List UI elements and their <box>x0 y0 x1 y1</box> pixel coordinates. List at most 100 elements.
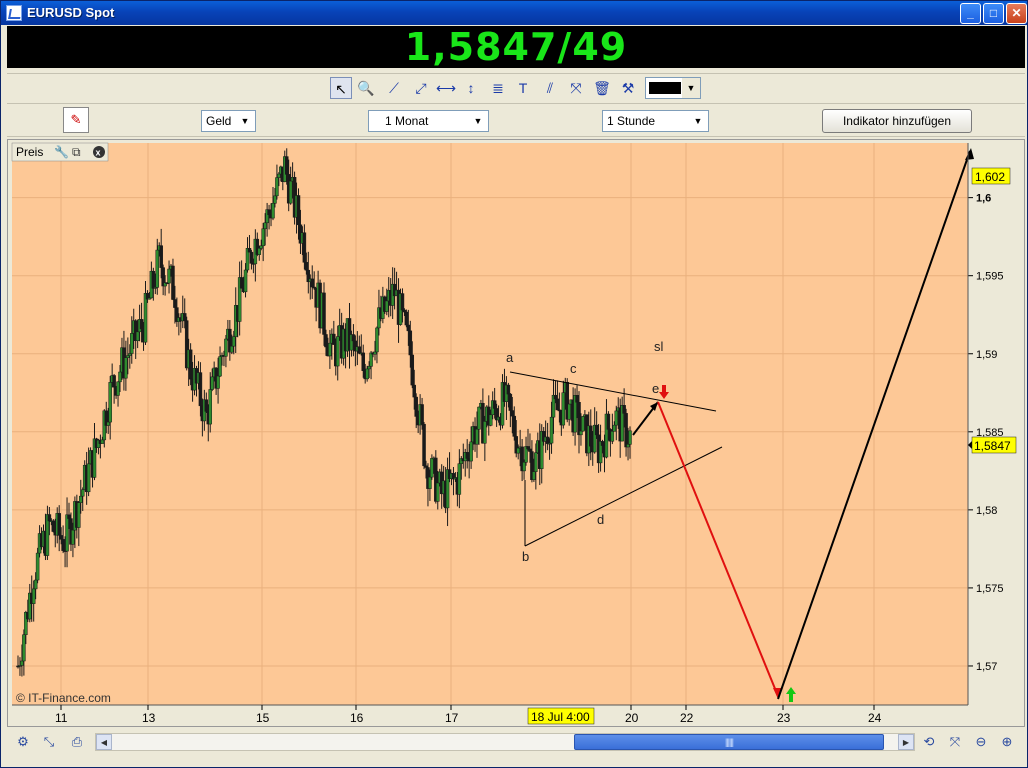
candle-body <box>100 439 105 444</box>
bottom-navigation-bar: ⚙ ⤡ ⎙ ◀ |||||| ▶ ⟲ ⤧ ⊖ ⊕ <box>7 729 1025 755</box>
candle-body <box>273 195 277 204</box>
candle-body <box>628 430 632 445</box>
add-indicator-button[interactable]: Indikator hinzufügen <box>822 109 972 133</box>
candle-body <box>296 195 301 226</box>
ray-icon[interactable]: ⤢ <box>410 77 432 99</box>
watermark: © IT-Finance.com <box>16 691 111 705</box>
candle-body <box>155 249 160 288</box>
candle-body <box>408 330 413 356</box>
fit-to-screen-icon[interactable]: ⤡ <box>39 733 59 751</box>
candle-body <box>581 416 585 432</box>
minimize-button[interactable]: _ <box>960 3 981 24</box>
candle-body <box>20 660 24 666</box>
trash-icon[interactable]: 🗑 <box>591 77 613 99</box>
zoom-out-icon[interactable]: ⊖ <box>971 733 991 751</box>
period-select[interactable]: 1 Monat ▼ <box>368 110 489 132</box>
window-title: EURUSD Spot <box>27 5 115 20</box>
candle-body <box>614 410 619 426</box>
candle-body <box>71 529 75 545</box>
candle-body <box>124 357 128 379</box>
candle-body <box>624 413 628 448</box>
candle-body <box>135 331 140 342</box>
candle-body <box>365 368 369 380</box>
chart-settings-bar: ✎ Geld ▼ 1 Monat ▼ 1 Stunde ▼ Indikator … <box>7 103 1025 137</box>
price-type-select[interactable]: Geld ▼ <box>201 110 256 132</box>
fit-vertical-icon[interactable]: ⤧ <box>945 733 965 751</box>
candle-body <box>116 381 120 396</box>
y-axis: 1,61,5951,591,5851,581,5751,57 <box>967 143 1004 705</box>
target-price-label: 1,602 <box>975 170 1005 184</box>
candle-body <box>65 514 69 552</box>
print-icon[interactable]: ⎙ <box>67 733 87 751</box>
title-bar[interactable]: EURUSD Spot _ □ ✕ <box>1 1 1027 25</box>
zoom-in-icon[interactable]: ⊕ <box>997 733 1017 751</box>
x-tick-label: 15 <box>256 711 270 725</box>
candle-body <box>410 354 415 386</box>
fibonacci-icon[interactable]: ≣ <box>487 77 509 99</box>
y-tick-label: 1,575 <box>976 583 1004 595</box>
candle-body <box>249 251 254 264</box>
candle-body <box>528 448 532 452</box>
candle-body <box>57 513 61 536</box>
candle-body <box>210 376 214 390</box>
candle-body <box>369 352 373 367</box>
pointer-icon[interactable]: ↖ <box>330 77 352 99</box>
price-chart[interactable]: a b c d e sl Preis 🔧 ⧉ x © IT-Finance.co… <box>8 140 1024 726</box>
vertical-line-icon[interactable]: ↕ <box>460 77 482 99</box>
candle-body <box>420 404 424 425</box>
scroll-left-icon[interactable]: ◀ <box>96 734 112 750</box>
candle-body <box>469 441 473 462</box>
candle-body <box>477 406 481 430</box>
channel-icon[interactable]: ⫽ <box>539 77 561 99</box>
trendline-icon[interactable]: ⟋ <box>383 77 405 99</box>
candle-body <box>406 324 411 332</box>
candle-body <box>324 334 328 348</box>
zoom-icon[interactable]: 🔍 <box>355 77 377 99</box>
horizontal-line-icon[interactable]: ⟷ <box>435 77 457 99</box>
horizontal-scrollbar[interactable]: ◀ |||||| ▶ <box>95 733 915 751</box>
candle-body <box>31 588 36 604</box>
zoom-reset-icon[interactable]: ⟲ <box>919 733 939 751</box>
scroll-thumb[interactable]: |||||| <box>574 734 884 750</box>
candle-body <box>622 405 626 414</box>
line-color-picker[interactable]: ▼ <box>645 77 701 99</box>
candle-body <box>555 398 560 411</box>
candle-body <box>561 392 566 426</box>
tools-icon[interactable]: ⚒ <box>617 77 639 99</box>
candle-body <box>288 180 293 204</box>
candle-body <box>106 421 110 426</box>
wrench-icon[interactable]: 🔧 <box>54 144 69 159</box>
svg-text:x: x <box>96 148 101 158</box>
scroll-right-icon[interactable]: ▶ <box>898 734 914 750</box>
candle-body <box>277 173 281 178</box>
candle-body <box>328 342 332 357</box>
draw-tools-icon[interactable]: ✎ <box>63 107 89 133</box>
close-button[interactable]: ✕ <box>1006 3 1027 24</box>
chevron-down-icon: ▼ <box>682 78 700 98</box>
chevron-down-icon: ▼ <box>693 116 703 126</box>
candle-body <box>304 262 309 271</box>
x-tick-label: 17 <box>445 711 459 725</box>
chart-settings-icon[interactable]: ⚙ <box>13 733 33 751</box>
candle-body <box>275 177 279 197</box>
candle-body <box>259 245 263 249</box>
maximize-button[interactable]: □ <box>983 3 1004 24</box>
candle-body <box>139 319 144 330</box>
candle-body <box>239 277 244 289</box>
price-type-value: Geld <box>206 114 232 128</box>
chart-area[interactable]: a b c d e sl Preis 🔧 ⧉ x © IT-Finance.co… <box>7 139 1025 727</box>
candle-body <box>436 482 440 502</box>
interval-select[interactable]: 1 Stunde ▼ <box>602 110 709 132</box>
restore-icon[interactable]: ⧉ <box>72 145 81 159</box>
candle-body <box>77 502 81 528</box>
candle-body <box>322 292 326 335</box>
text-icon[interactable]: T <box>512 77 534 99</box>
candle-body <box>118 371 122 383</box>
y-tick-label: 1,57 <box>976 661 997 673</box>
panel-header: Preis 🔧 ⧉ x <box>11 142 109 162</box>
pitchfork-icon[interactable]: ⤧ <box>565 77 587 99</box>
candle-body <box>610 431 615 442</box>
candle-body <box>414 396 418 417</box>
candle-body <box>22 634 26 662</box>
candle-body <box>171 265 175 300</box>
